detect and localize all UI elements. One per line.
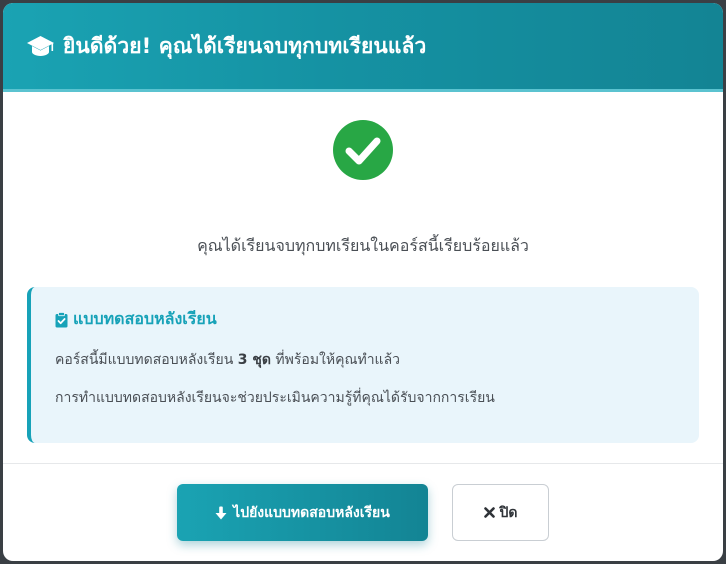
arrow-down-icon xyxy=(215,506,227,519)
modal-title: ยินดีด้วย! คุณได้เรียนจบทุกบทเรียนแล้ว xyxy=(63,33,427,58)
close-icon xyxy=(483,507,495,518)
graduation-cap-icon xyxy=(27,36,54,56)
go-to-post-test-button[interactable]: ไปยังแบบทดสอบหลังเรียน xyxy=(177,484,428,541)
modal-footer: ไปยังแบบทดสอบหลังเรียน ปิด xyxy=(3,464,723,561)
post-test-count: 3 ชุด xyxy=(237,352,271,368)
close-label: ปิด xyxy=(499,504,518,521)
completion-message: คุณได้เรียนจบทุกบทเรียนในคอร์สนี้เรียบร้… xyxy=(197,236,529,255)
post-test-info-box: แบบทดสอบหลังเรียน คอร์สนี้มีแบบทดสอบหลัง… xyxy=(27,287,699,443)
info-title: แบบทดสอบหลังเรียน xyxy=(55,307,699,332)
go-to-post-test-label: ไปยังแบบทดสอบหลังเรียน xyxy=(233,504,390,521)
post-test-count-text: คอร์สนี้มีแบบทดสอบหลังเรียน 3 ชุด ที่พร้… xyxy=(55,352,401,368)
modal-body: คุณได้เรียนจบทุกบทเรียนในคอร์สนี้เรียบร้… xyxy=(3,92,723,464)
clipboard-check-icon xyxy=(55,311,68,327)
completion-modal: ยินดีด้วย! คุณได้เรียนจบทุกบทเรียนแล้ว ค… xyxy=(3,3,723,561)
modal-header: ยินดีด้วย! คุณได้เรียนจบทุกบทเรียนแล้ว xyxy=(3,3,723,92)
post-test-description: การทำแบบทดสอบหลังเรียนจะช่วยประเมินความร… xyxy=(55,390,495,406)
check-circle-icon xyxy=(333,120,393,180)
info-title-text: แบบทดสอบหลังเรียน xyxy=(73,309,217,328)
close-button[interactable]: ปิด xyxy=(452,484,549,541)
